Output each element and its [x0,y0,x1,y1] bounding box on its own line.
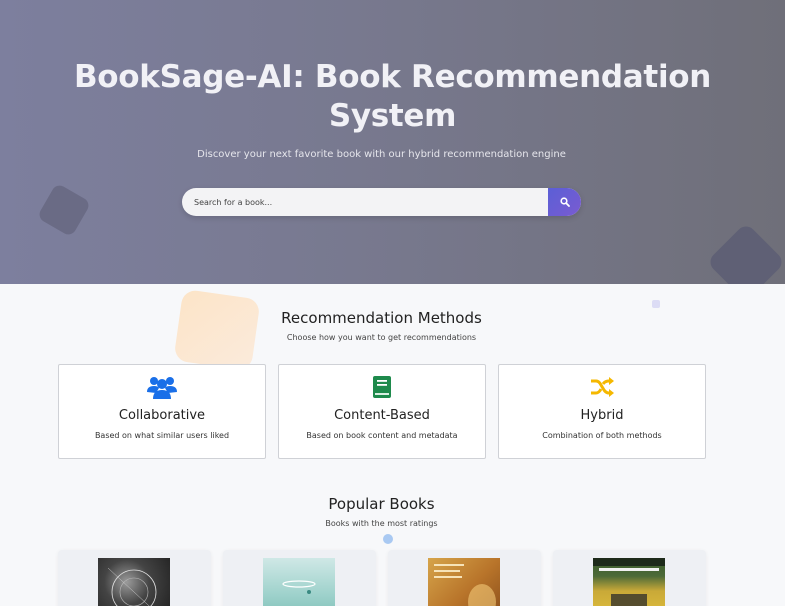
book-cover-image [593,558,665,606]
book-cover-image [263,558,335,606]
decorative-dot [383,534,393,544]
book-cover-image [98,558,170,606]
decorative-shape [36,182,92,238]
method-description: Based on book content and metadata [306,431,458,440]
method-description: Based on what similar users liked [94,431,230,440]
method-card-content-based[interactable]: Content-Based Based on book content and … [278,364,486,459]
book-card[interactable] [553,550,706,606]
book-icon [279,375,485,399]
book-card[interactable] [223,550,376,606]
shuffle-icon [499,375,705,399]
book-card[interactable] [388,550,541,606]
search-input[interactable] [182,188,548,216]
search-icon [559,197,570,207]
book-card[interactable] [58,550,211,606]
popular-books-title: Popular Books [328,495,435,513]
methods-title: Recommendation Methods [281,309,482,327]
method-title: Hybrid [580,408,624,423]
method-title: Collaborative [118,408,206,423]
methods-subtitle: Choose how you want to get recommendatio… [286,333,477,342]
page-title: BookSage-AI: Book Recommendation System [73,59,712,134]
method-title: Content-Based [334,408,430,423]
book-cover-image [428,558,500,606]
hero-banner: BookSage-AI: Book Recommendation System … [0,0,785,284]
decorative-dot [652,300,660,308]
decorative-shape [706,222,785,284]
search-button[interactable] [548,188,581,216]
search-bar [182,188,581,216]
method-card-hybrid[interactable]: Hybrid Combination of both methods [498,364,706,459]
method-card-collaborative[interactable]: Collaborative Based on what similar user… [58,364,266,459]
popular-books-subtitle: Books with the most ratings [325,519,438,528]
method-description: Combination of both methods [542,431,662,440]
page-subtitle: Discover your next favorite book with ou… [197,149,566,160]
users-icon [59,375,265,399]
decorative-shape [173,288,261,372]
